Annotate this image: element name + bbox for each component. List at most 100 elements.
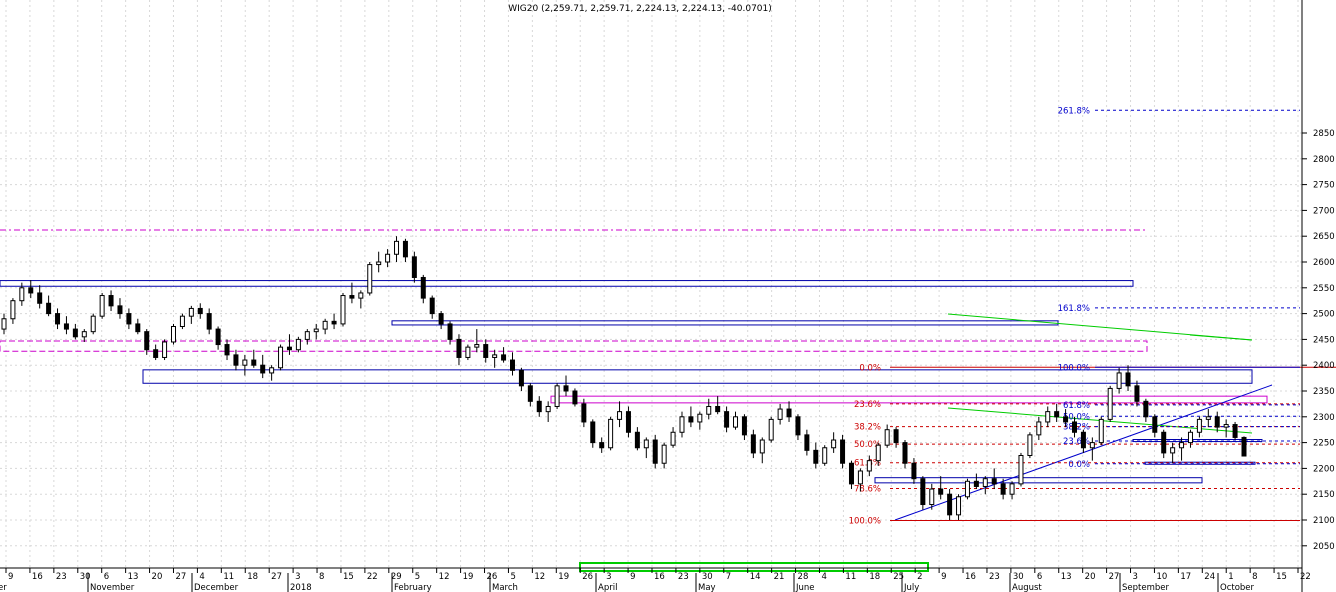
candle-body <box>893 429 899 444</box>
candle-body <box>1241 436 1247 457</box>
candle-body <box>617 411 623 420</box>
candle-body <box>188 307 194 317</box>
candle-body <box>278 346 284 369</box>
candle-body <box>982 478 988 487</box>
x-day-label: 24 <box>1204 572 1215 582</box>
x-day-label: 20 <box>152 572 163 582</box>
candle-body <box>813 449 819 464</box>
candle-body <box>697 413 703 423</box>
candle-body <box>81 331 87 338</box>
x-day-label: 4 <box>821 572 826 582</box>
candle-body <box>947 493 953 516</box>
chart-title: WIG20 (2,259.71, 2,259.71, 2,224.13, 2,2… <box>508 4 772 14</box>
candle-body <box>63 323 69 330</box>
candle-body <box>804 434 810 451</box>
candle-body <box>349 295 355 299</box>
candle-body <box>973 480 979 487</box>
candle-body <box>786 408 792 418</box>
candle-body <box>286 346 292 351</box>
candle-body <box>911 462 917 480</box>
candle-body <box>643 439 649 449</box>
candle-body <box>608 418 614 449</box>
candle-body <box>215 328 221 346</box>
candle-body <box>1063 416 1069 423</box>
fib-label: 161.8% <box>1058 304 1090 314</box>
x-day-label: 30 <box>80 572 91 582</box>
candle-body <box>304 331 310 340</box>
candle-body <box>331 320 337 325</box>
candle-body <box>884 429 890 446</box>
x-day-label: 7 <box>726 572 731 582</box>
x-month-label: 2018 <box>290 583 312 592</box>
candle-body <box>1196 418 1202 433</box>
candle-body <box>509 359 515 371</box>
candle-body <box>483 344 489 358</box>
x-day-label: 2 <box>917 572 922 582</box>
x-day-label: 20 <box>1085 572 1096 582</box>
candle-body <box>438 313 444 325</box>
candle-body <box>1125 372 1131 387</box>
x-day-label: 3 <box>295 572 300 582</box>
x-day-label: 13 <box>128 572 139 582</box>
candle-body <box>581 403 587 423</box>
candle-body <box>376 261 382 266</box>
candle-body <box>545 405 551 413</box>
x-month-label: November <box>90 583 135 592</box>
candle-body <box>1009 483 1015 495</box>
candle-body <box>536 400 542 413</box>
y-tick-label: 2150 <box>1313 490 1335 500</box>
x-day-label: 23 <box>56 572 67 582</box>
candle-body <box>777 408 783 420</box>
x-day-label: 14 <box>750 572 761 582</box>
y-tick-label: 2050 <box>1313 542 1335 552</box>
candle-body <box>956 496 962 516</box>
candle-body <box>670 431 676 446</box>
x-day-label: 9 <box>941 572 946 582</box>
candle-body <box>72 328 78 338</box>
y-tick-label: 2400 <box>1313 361 1335 371</box>
candle-body <box>625 411 631 433</box>
x-day-label: 19 <box>558 572 569 582</box>
x-day-label: 18 <box>869 572 880 582</box>
candle-body <box>340 295 346 325</box>
candle-body <box>1170 447 1176 454</box>
x-day-label: 15 <box>1276 572 1287 582</box>
x-month-label: March <box>492 583 518 592</box>
x-day-label: 5 <box>510 572 515 582</box>
candle-body <box>929 488 935 506</box>
candle-body <box>144 331 150 351</box>
candle-body <box>572 390 578 405</box>
candle-body <box>170 326 176 343</box>
candle-body <box>741 416 747 436</box>
candle-body <box>590 421 596 444</box>
candle-body <box>251 359 257 366</box>
y-tick-label: 2450 <box>1313 335 1335 345</box>
candle-body <box>474 344 480 348</box>
candle-body <box>162 341 168 358</box>
x-day-label: 21 <box>774 572 785 582</box>
fib-label: 0.0% <box>859 363 881 373</box>
candle-body <box>822 447 828 464</box>
x-day-label: 4 <box>199 572 204 582</box>
fib-label: 100.0% <box>1058 363 1090 373</box>
fib-label: 38.2% <box>854 423 881 433</box>
candle-body <box>492 354 498 358</box>
x-day-label: 26 <box>487 572 498 582</box>
candle-body <box>153 349 159 358</box>
candle-body <box>197 307 203 315</box>
candle-body <box>554 385 560 407</box>
x-day-label: 10 <box>1156 572 1167 582</box>
candle-body <box>920 478 926 506</box>
y-tick-label: 2250 <box>1313 439 1335 449</box>
candle-body <box>866 460 872 472</box>
candle-body <box>1161 431 1167 454</box>
candle-body <box>260 364 266 374</box>
x-day-label: 11 <box>845 572 856 582</box>
candle-body <box>295 338 301 351</box>
candle-body <box>501 354 507 361</box>
candle-body <box>848 462 854 485</box>
x-day-label: 3 <box>606 572 611 582</box>
x-month-label: September <box>1122 583 1169 592</box>
x-day-label: 16 <box>32 572 43 582</box>
candle-body <box>322 320 328 330</box>
